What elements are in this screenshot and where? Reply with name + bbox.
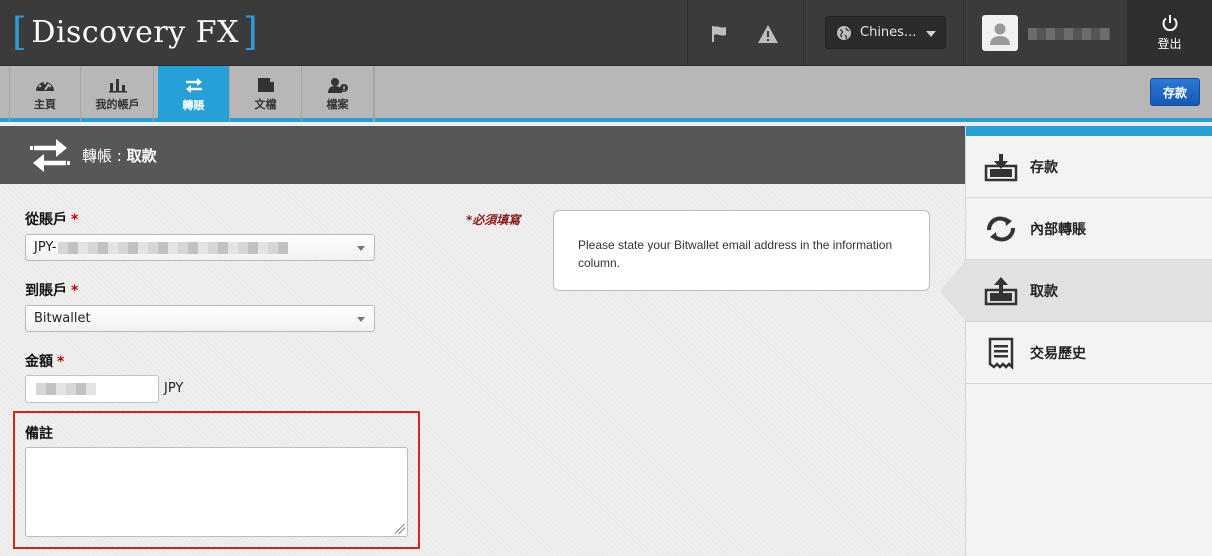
history-icon bbox=[988, 337, 1014, 369]
amount-redacted bbox=[36, 383, 96, 395]
language-label: Chines... bbox=[860, 25, 917, 40]
dashboard-icon bbox=[36, 81, 54, 91]
required-note: *必須填寫 bbox=[466, 213, 521, 227]
withdraw-icon bbox=[984, 276, 1018, 305]
to-account-label: 到賬戶 * bbox=[25, 283, 79, 299]
resize-handle[interactable] bbox=[395, 524, 405, 534]
deposit-button[interactable]: 存款 bbox=[1150, 78, 1200, 106]
tab-home[interactable]: 主頁 bbox=[9, 66, 81, 122]
profile-icon bbox=[327, 77, 348, 93]
main-nav: 主頁 我的帳戶 轉賬 文檔 檔案 存款 bbox=[0, 66, 1212, 134]
document-icon bbox=[257, 77, 274, 92]
amount-label: 金額 * bbox=[25, 354, 65, 370]
internal-transfer-icon bbox=[987, 216, 1015, 241]
flag-icon[interactable] bbox=[708, 22, 732, 46]
language-select[interactable]: Chines... bbox=[825, 16, 946, 49]
sidebar: 存款 內部轉賬 取款 交易歷史 bbox=[939, 126, 1212, 556]
memo-label: 備註 bbox=[25, 426, 53, 442]
tab-profile[interactable]: 檔案 bbox=[302, 66, 374, 122]
chevron-down-icon bbox=[357, 317, 365, 322]
memo-textarea[interactable] bbox=[25, 447, 408, 537]
deposit-icon bbox=[984, 153, 1018, 181]
warning-icon[interactable] bbox=[756, 22, 780, 46]
logout-label: 登出 bbox=[1157, 37, 1182, 51]
chart-icon bbox=[108, 78, 127, 92]
page-title-sub: 取款 bbox=[126, 146, 157, 165]
tab-my-account[interactable]: 我的帳戶 bbox=[82, 66, 154, 122]
from-account-select[interactable]: JPY- bbox=[25, 234, 375, 261]
user-icon bbox=[990, 23, 1010, 45]
transfer-icon bbox=[30, 139, 70, 172]
globe-icon bbox=[837, 25, 851, 40]
amount-input[interactable] bbox=[25, 375, 159, 403]
logo[interactable]: [Discovery FX] bbox=[12, 12, 258, 52]
sidebar-item-internal-transfer[interactable]: 內部轉賬 bbox=[966, 198, 1212, 260]
transfer-icon bbox=[185, 77, 202, 93]
username-redacted bbox=[1028, 28, 1110, 40]
info-text: Please state your Bitwallet email addres… bbox=[578, 238, 893, 270]
sidebar-item-withdraw[interactable]: 取款 bbox=[939, 259, 1212, 323]
from-account-label: 從賬戶 * bbox=[25, 212, 79, 228]
page-title-prefix: 轉帳 : bbox=[82, 146, 127, 165]
sidebar-item-history[interactable]: 交易歷史 bbox=[966, 322, 1212, 384]
account-number-redacted bbox=[58, 241, 289, 254]
to-account-select[interactable]: Bitwallet bbox=[25, 305, 375, 332]
page-title: 轉帳 : 取款 bbox=[0, 126, 965, 184]
chevron-down-icon bbox=[357, 246, 365, 251]
tab-transfer[interactable]: 轉賬 bbox=[158, 66, 230, 134]
tab-documents[interactable]: 文檔 bbox=[230, 66, 302, 122]
avatar[interactable] bbox=[982, 15, 1018, 51]
amount-currency: JPY bbox=[164, 381, 184, 396]
sidebar-item-deposit[interactable]: 存款 bbox=[966, 136, 1212, 198]
chevron-down-icon bbox=[926, 31, 936, 37]
top-header: [Discovery FX] Chines... 登出 bbox=[0, 0, 1212, 66]
logout-button[interactable]: 登出 bbox=[1127, 0, 1212, 66]
info-box: Please state your Bitwallet email addres… bbox=[553, 210, 930, 291]
power-icon bbox=[1162, 15, 1177, 32]
